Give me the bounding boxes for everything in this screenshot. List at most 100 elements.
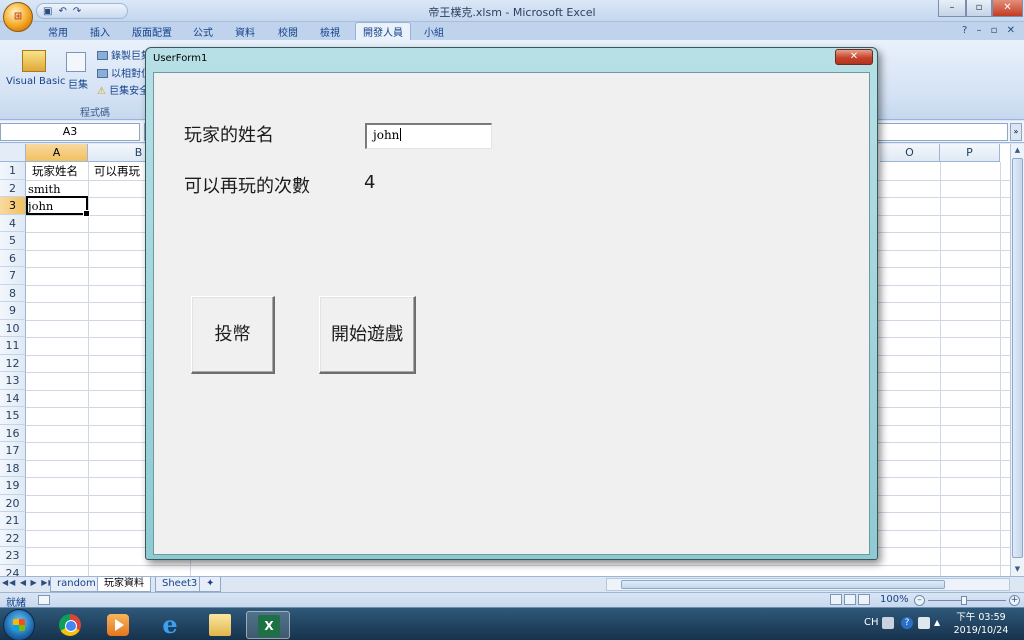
close-button[interactable]: ✕ [992, 0, 1023, 17]
zoom-level[interactable]: 100% [880, 594, 909, 605]
row-header-17[interactable]: 17 [0, 442, 26, 460]
insert-sheet-icon[interactable]: ✦ [199, 577, 222, 592]
minimize-button[interactable]: – [938, 0, 966, 17]
window-title: 帝王樸克.xlsm - Microsoft Excel [428, 6, 596, 19]
relative-reference-button[interactable]: 以相對位 [97, 65, 151, 80]
row-header-20[interactable]: 20 [0, 494, 26, 512]
row-header-15[interactable]: 15 [0, 407, 26, 425]
visual-basic-icon[interactable] [22, 50, 46, 72]
row-header-10[interactable]: 10 [0, 319, 26, 337]
tab-view[interactable]: 檢視 [320, 24, 340, 39]
zoom-out-icon[interactable]: – [914, 595, 925, 606]
row-header-3[interactable]: 3 [0, 197, 26, 215]
row-header-16[interactable]: 16 [0, 424, 26, 442]
row-header-5[interactable]: 5 [0, 232, 26, 250]
office-button[interactable]: ⊞ [3, 2, 33, 32]
sheet-tab-random[interactable]: random [50, 577, 103, 592]
maximize-button[interactable]: ▫ [966, 0, 992, 17]
zoom-slider[interactable]: – + [914, 595, 1022, 606]
page-break-view-icon[interactable] [858, 594, 870, 605]
scroll-up-icon[interactable]: ▲ [1011, 144, 1024, 157]
player-name-input[interactable]: john [365, 123, 492, 149]
sheet-tab-bar: ◀◀ ◀ ▶ ▶▶ random 玩家資料 Sheet3 ✦ [0, 576, 1024, 592]
tab-home[interactable]: 常用 [48, 24, 68, 39]
ie-taskbar-button[interactable]: e [148, 611, 192, 639]
expand-formula-icon[interactable]: » [1010, 123, 1022, 141]
row-header-1[interactable]: 1 [0, 162, 26, 180]
row-header-9[interactable]: 9 [0, 302, 26, 320]
clock-time: 下午 03:59 [956, 612, 1006, 623]
chrome-taskbar-button[interactable] [48, 611, 92, 639]
column-header-o[interactable]: O [880, 144, 940, 162]
tab-data[interactable]: 資料 [235, 24, 255, 39]
row-header-18[interactable]: 18 [0, 459, 26, 477]
tab-formulas[interactable]: 公式 [193, 24, 213, 39]
macro-security-button[interactable]: ⚠ 巨集安全 [97, 82, 149, 97]
zoom-in-icon[interactable]: + [1009, 595, 1020, 606]
page-layout-view-icon[interactable] [844, 594, 856, 605]
sheet-nav-arrows-icon[interactable]: ◀◀ ◀ ▶ ▶▶ [2, 578, 56, 587]
horizontal-scrollbar[interactable] [606, 578, 1010, 591]
dialog-close-button[interactable]: ✕ [835, 49, 873, 65]
visual-basic-button[interactable]: Visual Basic [6, 76, 66, 87]
row-header-4[interactable]: 4 [0, 214, 26, 232]
help-icon[interactable]: ? – ▫ ✕ [962, 25, 1018, 36]
tab-page-layout[interactable]: 版面配置 [132, 24, 172, 39]
sheet-tab-player-data[interactable]: 玩家資料 [97, 577, 151, 592]
zoom-knob[interactable] [961, 596, 967, 605]
record-macro-icon [97, 51, 108, 60]
explorer-taskbar-button[interactable] [198, 611, 242, 639]
row-header-7[interactable]: 7 [0, 267, 26, 285]
row-header-14[interactable]: 14 [0, 389, 26, 407]
dialog-client-area: 玩家的姓名 john 可以再玩的次數 4 投幣 開始遊戲 [153, 72, 870, 555]
warning-icon: ⚠ [97, 86, 106, 97]
tab-team[interactable]: 小組 [424, 24, 444, 39]
row-header-6[interactable]: 6 [0, 249, 26, 267]
select-all-corner[interactable] [0, 144, 26, 162]
row-header-23[interactable]: 23 [0, 547, 26, 565]
vertical-scrollbar[interactable]: ▲ ▼ [1010, 144, 1024, 576]
macros-button[interactable]: 巨集 [68, 76, 88, 91]
start-game-button[interactable]: 開始遊戲 [319, 296, 416, 374]
macros-icon[interactable] [66, 52, 86, 72]
vertical-scroll-thumb[interactable] [1012, 158, 1023, 558]
insert-coin-button[interactable]: 投幣 [191, 296, 275, 374]
excel-taskbar-button[interactable]: X [246, 611, 290, 639]
row-header-2[interactable]: 2 [0, 179, 26, 197]
row-header-24[interactable]: 24 [0, 564, 26, 576]
cell-b1[interactable]: 可以再玩 [92, 163, 140, 180]
tab-review[interactable]: 校閱 [278, 24, 298, 39]
row-header-19[interactable]: 19 [0, 477, 26, 495]
scroll-down-icon[interactable]: ▼ [1011, 563, 1024, 576]
horizontal-scroll-thumb[interactable] [621, 580, 945, 589]
tab-developer[interactable]: 開發人員 [355, 22, 411, 42]
excel-icon: X [258, 615, 280, 637]
media-player-taskbar-button[interactable] [96, 611, 140, 639]
name-box[interactable]: A3 [0, 123, 140, 141]
input-language[interactable]: CH [864, 617, 879, 628]
zoom-track [928, 600, 1006, 601]
column-header-a[interactable]: A [26, 144, 88, 162]
action-center-icon[interactable] [918, 617, 930, 629]
row-header-22[interactable]: 22 [0, 529, 26, 547]
row-header-8[interactable]: 8 [0, 284, 26, 302]
normal-view-icon[interactable] [830, 594, 842, 605]
row-header-13[interactable]: 13 [0, 372, 26, 390]
column-header-p[interactable]: P [940, 144, 1000, 162]
tab-insert[interactable]: 插入 [90, 24, 110, 39]
help-tray-icon[interactable]: ? [901, 617, 913, 629]
row-header-21[interactable]: 21 [0, 512, 26, 530]
row-header-12[interactable]: 12 [0, 354, 26, 372]
dialog-title: UserForm1 [153, 53, 208, 64]
macro-record-icon[interactable] [38, 595, 50, 605]
row-header-11[interactable]: 11 [0, 337, 26, 355]
cell-a1[interactable]: 玩家姓名 [30, 163, 78, 180]
system-clock[interactable]: 下午 03:59 2019/10/24 [950, 611, 1012, 637]
ribbon-tabs: 常用 插入 版面配置 公式 資料 校閱 檢視 開發人員 小組 ? – ▫ ✕ [0, 22, 1024, 42]
sheet-tab-sheet3[interactable]: Sheet3 [155, 577, 205, 592]
keyboard-icon[interactable] [882, 617, 894, 629]
remaining-plays-label: 可以再玩的次數 [184, 176, 310, 197]
show-hidden-icons-icon[interactable]: ▲ [934, 618, 940, 627]
record-macro-button[interactable]: 錄製巨集 [97, 47, 151, 62]
start-button[interactable] [3, 609, 35, 640]
